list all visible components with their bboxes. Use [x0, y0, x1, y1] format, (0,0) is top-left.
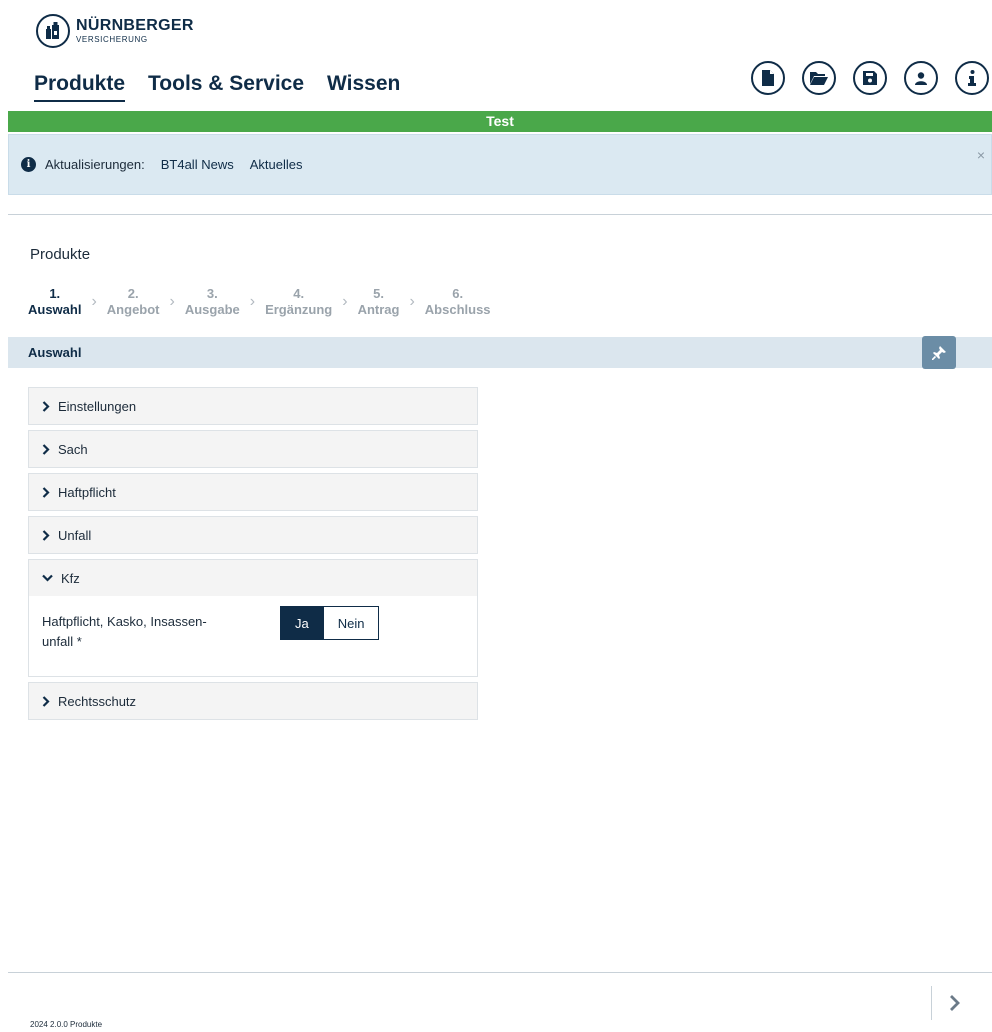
step-label: Auswahl — [28, 302, 82, 317]
product-accordion: Einstellungen Sach Haftpflicht Unfall Kf… — [28, 387, 478, 725]
chevron-right-icon: › — [342, 293, 348, 310]
aktuelles-link[interactable]: Aktuelles — [250, 157, 303, 172]
chevron-right-icon: › — [169, 293, 175, 310]
step-antrag[interactable]: 5. Antrag — [358, 286, 400, 318]
accordion-item-einstellungen: Einstellungen — [28, 387, 478, 425]
step-label: Angebot — [106, 302, 160, 317]
step-abschluss[interactable]: 6. Abschluss — [425, 286, 491, 318]
step-auswahl[interactable]: 1. Auswahl — [28, 286, 81, 318]
process-stepper: 1. Auswahl › 2. Angebot › 3. Ausgabe › 4… — [28, 286, 491, 318]
chevron-right-icon: › — [409, 293, 415, 310]
version-label: 2024 2.0.0 Produkte — [30, 1020, 103, 1029]
accordion-label: Rechtsschutz — [58, 693, 137, 709]
accordion-header[interactable]: Rechtsschutz — [29, 683, 477, 719]
accordion-item-rechtsschutz: Rechtsschutz — [28, 682, 478, 720]
chevron-right-icon — [42, 695, 50, 707]
pin-icon — [932, 345, 946, 360]
bt4all-news-link[interactable]: BT4all News — [161, 157, 234, 172]
step-label: Antrag — [357, 302, 400, 317]
step-number: 3. — [206, 286, 218, 301]
updates-info-bar: i Aktualisierungen: BT4all News Aktuelle… — [8, 134, 992, 195]
accordion-item-haftpflicht: Haftpflicht — [28, 473, 478, 511]
chevron-right-icon — [42, 400, 50, 412]
info-circle-icon: i — [21, 157, 36, 172]
step-label: Abschluss — [424, 302, 491, 317]
section-header: Auswahl — [8, 337, 992, 368]
updates-label: Aktualisierungen: — [45, 157, 145, 172]
open-folder-icon — [810, 72, 828, 85]
step-label: Ausgabe — [184, 302, 240, 317]
brand-name: NÜRNBERGER — [76, 17, 194, 34]
chevron-down-icon — [42, 574, 53, 582]
accordion-item-sach: Sach — [28, 430, 478, 468]
step-number: 6. — [452, 286, 464, 301]
kfz-yes-no-toggle: Ja Nein — [280, 606, 380, 640]
chevron-right-icon — [42, 529, 50, 541]
step-number: 2. — [127, 286, 139, 301]
environment-banner: Test — [8, 111, 992, 132]
accordion-item-unfall: Unfall — [28, 516, 478, 554]
chevron-right-icon: › — [91, 293, 97, 310]
divider — [8, 214, 992, 215]
step-number: 1. — [49, 286, 61, 301]
kfz-field-label-line2: unfall * — [42, 634, 82, 649]
yes-button[interactable]: Ja — [280, 606, 324, 640]
accordion-item-kfz: Kfz Haftpflicht, Kasko, Insassen- unfall… — [28, 559, 478, 677]
divider — [931, 986, 932, 1020]
new-document-button[interactable] — [751, 61, 785, 95]
save-icon — [863, 71, 877, 85]
kfz-field-label-line1: Haftpflicht, Kasko, Insassen- — [42, 614, 207, 629]
divider — [8, 972, 992, 973]
accordion-header[interactable]: Sach — [29, 431, 477, 467]
step-ergaenzung[interactable]: 4. Ergänzung — [265, 286, 332, 318]
new-document-icon — [762, 70, 774, 86]
nav-item-wissen[interactable]: Wissen — [327, 72, 400, 102]
header-actions — [751, 61, 989, 95]
info-button[interactable] — [955, 61, 989, 95]
nav-item-tools-service[interactable]: Tools & Service — [148, 72, 304, 102]
main-nav: Produkte Tools & Service Wissen — [34, 72, 423, 102]
chevron-right-icon — [42, 486, 50, 498]
page-title: Produkte — [30, 246, 91, 263]
open-folder-button[interactable] — [802, 61, 836, 95]
step-ausgabe[interactable]: 3. Ausgabe — [185, 286, 240, 318]
chevron-right-icon — [950, 995, 960, 1011]
accordion-label: Sach — [58, 441, 88, 457]
step-number: 5. — [373, 286, 384, 301]
accordion-header[interactable]: Haftpflicht — [29, 474, 477, 510]
kfz-panel: Haftpflicht, Kasko, Insassen- unfall * J… — [29, 596, 477, 676]
no-button[interactable]: Nein — [323, 606, 380, 640]
brand-sub: VERSICHERUNG — [76, 35, 148, 44]
info-icon — [968, 70, 976, 86]
user-icon — [915, 71, 927, 85]
chevron-right-icon — [42, 443, 50, 455]
castle-logo-icon — [36, 14, 70, 48]
user-button[interactable] — [904, 61, 938, 95]
save-button[interactable] — [853, 61, 887, 95]
accordion-header[interactable]: Unfall — [29, 517, 477, 553]
next-button[interactable] — [940, 988, 970, 1018]
accordion-header[interactable]: Einstellungen — [29, 388, 477, 424]
close-icon[interactable]: × — [977, 147, 985, 163]
nav-item-produkte[interactable]: Produkte — [34, 72, 126, 102]
accordion-label: Einstellungen — [58, 398, 137, 414]
step-angebot[interactable]: 2. Angebot — [107, 286, 160, 318]
step-label: Ergänzung — [265, 302, 333, 317]
accordion-header[interactable]: Kfz — [29, 560, 477, 596]
pin-button[interactable] — [922, 336, 956, 369]
chevron-right-icon: › — [249, 293, 256, 310]
accordion-label: Kfz — [61, 570, 80, 586]
accordion-label: Unfall — [58, 527, 92, 543]
kfz-field-label: Haftpflicht, Kasko, Insassen- unfall * — [42, 606, 280, 652]
accordion-label: Haftpflicht — [58, 484, 116, 500]
step-number: 4. — [293, 286, 305, 301]
brand-logo[interactable]: NÜRNBERGER VERSICHERUNG — [36, 14, 194, 48]
